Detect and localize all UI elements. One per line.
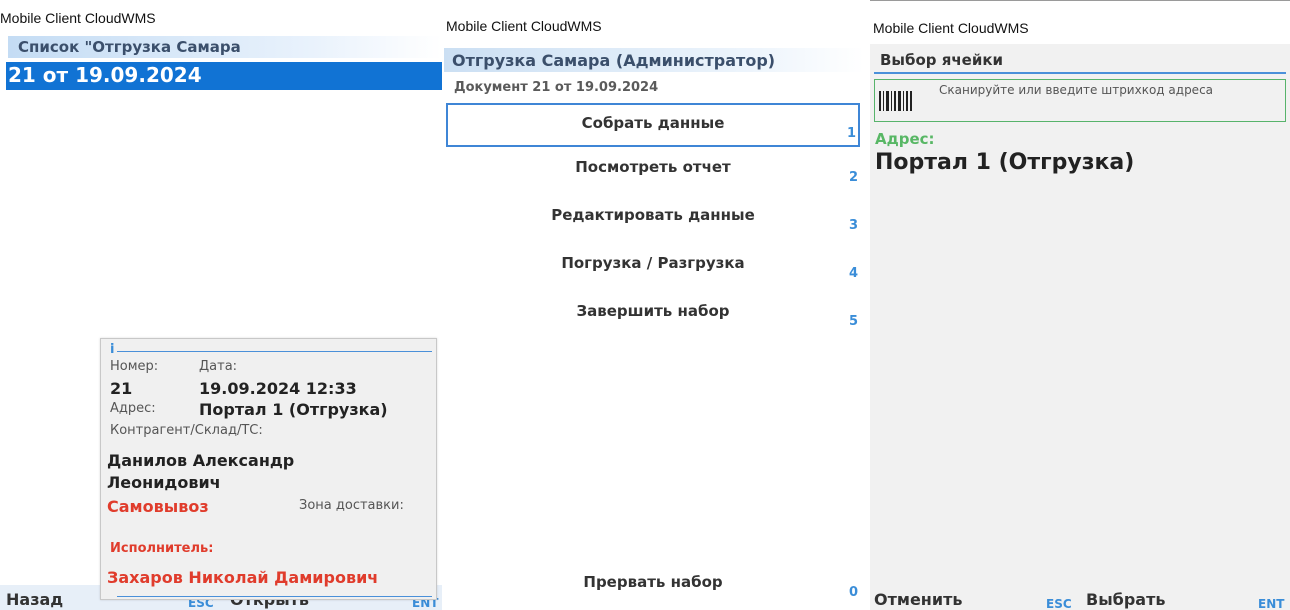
contractor-name-line1: Данилов Александр (107, 451, 295, 470)
menu-item-number: 3 (848, 218, 858, 233)
menu-item-label: Собрать данные (581, 114, 725, 132)
screen-title: Выбор ячейки (874, 48, 1286, 74)
cancel-button[interactable]: Отменить (874, 590, 962, 609)
menu-item-number: 1 (846, 126, 856, 141)
delivery-zone-label: Зона доставки: (299, 498, 404, 513)
number-value: 21 (110, 379, 133, 398)
list-title: Список "Отгрузка Самара (8, 36, 442, 58)
menu-item-number: 4 (848, 266, 858, 281)
number-label: Номер: (110, 359, 159, 374)
document-subtitle: Документ 21 от 19.09.2024 (454, 80, 659, 95)
menu-item-collect-data[interactable]: Собрать данные 1 (446, 103, 860, 147)
menu-item-label: Погрузка / Разгрузка (561, 254, 745, 272)
menu-item-loading-unloading[interactable]: Погрузка / Разгрузка 4 (446, 245, 860, 289)
executor-name: Захаров Николай Дамирович (107, 568, 379, 587)
menu-item-number: 2 (848, 170, 858, 185)
list-item-selected[interactable]: 21 от 19.09.2024 (6, 62, 442, 90)
document-info-popup: i Номер: Дата: 21 19.09.2024 12:33 Адрес… (100, 338, 437, 600)
barcode-icon (879, 91, 912, 111)
divider (874, 72, 1286, 74)
menu-item-abort-picking[interactable]: Прервать набор 0 (446, 564, 860, 608)
esc-key-hint: ESC (1046, 597, 1072, 610)
executor-label: Исполнитель: (110, 541, 214, 556)
date-value: 19.09.2024 12:33 (199, 379, 357, 398)
screen-title: Отгрузка Самара (Администратор) (444, 48, 864, 72)
address-label: Адрес: (110, 401, 156, 416)
menu-item-finish-picking[interactable]: Завершить набор 5 (446, 293, 860, 337)
menu-item-label: Завершить набор (576, 302, 730, 320)
delivery-type: Самовывоз (107, 497, 209, 516)
menu-item-label: Редактировать данные (551, 206, 755, 224)
window-title: Mobile Client CloudWMS (446, 18, 602, 34)
document-list-screen: Mobile Client CloudWMS Список "Отгрузка … (0, 0, 442, 610)
menu-item-label: Посмотреть отчет (575, 158, 731, 176)
contractor-label: Контрагент/Склад/ТС: (110, 423, 263, 438)
screen-title-text: Выбор ячейки (880, 51, 1004, 69)
menu-item-number: 0 (848, 585, 858, 600)
address-value: Портал 1 (Отгрузка) (199, 400, 388, 419)
cell-selection-screen: Mobile Client CloudWMS Выбор ячейки Скан… (870, 0, 1290, 610)
menu-item-edit-data[interactable]: Редактировать данные 3 (446, 197, 860, 241)
menu-item-view-report[interactable]: Посмотреть отчет 2 (446, 149, 860, 193)
document-menu-screen: Mobile Client CloudWMS Отгрузка Самара (… (444, 0, 864, 610)
address-value: Портал 1 (Отгрузка) (875, 150, 1135, 175)
ent-key-hint: ENT (1258, 597, 1285, 610)
info-icon: i (110, 342, 115, 357)
window-title: Mobile Client CloudWMS (873, 20, 1029, 36)
choose-button[interactable]: Выбрать (1086, 590, 1165, 609)
menu-item-label: Прервать набор (583, 573, 723, 591)
address-label: Адрес: (875, 130, 935, 148)
menu-item-number: 5 (848, 314, 858, 329)
contractor-name-line2: Леонидович (107, 473, 221, 492)
window-title: Mobile Client CloudWMS (0, 10, 156, 26)
date-label: Дата: (199, 359, 238, 374)
divider (117, 596, 432, 597)
barcode-input[interactable]: Сканируйте или введите штрихкод адреса (874, 79, 1286, 122)
back-button[interactable]: Назад (6, 590, 63, 609)
divider (117, 351, 432, 352)
barcode-input-placeholder: Сканируйте или введите штрихкод адреса (939, 83, 1214, 97)
